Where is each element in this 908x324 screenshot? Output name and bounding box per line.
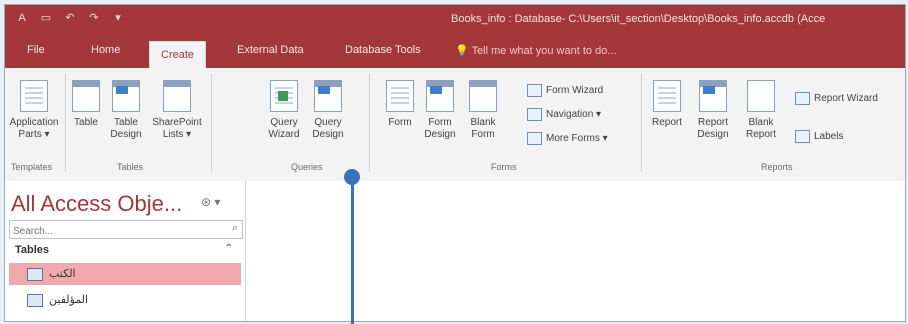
query-wizard-icon bbox=[270, 80, 298, 112]
tab-create[interactable]: Create bbox=[149, 41, 207, 69]
report-wizard-button[interactable]: Report Wizard bbox=[795, 92, 878, 105]
group-label-tables: Tables bbox=[117, 162, 144, 172]
report-design-icon bbox=[699, 80, 727, 112]
query-design-icon bbox=[314, 80, 342, 112]
search-icon[interactable]: ⌕ bbox=[232, 222, 238, 235]
collapse-icon[interactable]: ⌃ bbox=[225, 243, 233, 254]
more-forms-icon bbox=[527, 132, 542, 145]
application-parts-icon bbox=[20, 80, 48, 112]
redo-icon[interactable]: ↷ bbox=[87, 11, 101, 25]
tab-file[interactable]: File bbox=[27, 44, 45, 56]
form-button[interactable]: Form bbox=[383, 74, 417, 129]
table-design-icon bbox=[112, 80, 140, 112]
application-parts-button[interactable]: Application Parts ▾ bbox=[9, 74, 59, 141]
sharepoint-lists-icon bbox=[163, 80, 191, 112]
nav-pane-controls: ⊛ ▾ bbox=[201, 195, 220, 209]
group-separator bbox=[211, 74, 212, 172]
report-design-button[interactable]: Report Design bbox=[691, 74, 735, 141]
table-icon bbox=[27, 268, 43, 281]
navigation-pane: All Access Obje... ⊛ ▾ ⌕ Tables ⌃ الكتب … bbox=[5, 181, 246, 321]
search-input[interactable] bbox=[10, 223, 213, 240]
tell-me-box[interactable]: 💡 Tell me what you want to do... bbox=[455, 44, 616, 57]
ribbon-tabs: File Home Create External Data Database … bbox=[5, 35, 905, 69]
chevron-down-icon[interactable]: ▾ bbox=[214, 195, 220, 209]
form-design-icon bbox=[426, 80, 454, 112]
customize-icon[interactable]: ▾ bbox=[111, 11, 125, 25]
table-icon bbox=[72, 80, 100, 112]
table-button[interactable]: Table bbox=[69, 74, 103, 129]
report-button[interactable]: Report bbox=[647, 74, 687, 129]
nav-item-table[interactable]: الكتب bbox=[9, 263, 241, 285]
window-title: Books_info : Database- C:\Users\it_secti… bbox=[451, 13, 826, 25]
table-design-button[interactable]: Table Design bbox=[105, 74, 147, 141]
more-forms-button[interactable]: More Forms ▾ bbox=[527, 132, 608, 145]
annotation-line bbox=[351, 178, 354, 324]
title-bar: A ▭ ↶ ↷ ▾ Books_info : Database- C:\User… bbox=[5, 5, 905, 35]
report-wizard-icon bbox=[795, 92, 810, 105]
report-icon bbox=[653, 80, 681, 112]
form-icon bbox=[386, 80, 414, 112]
group-label-reports: Reports bbox=[761, 162, 793, 172]
navigation-button[interactable]: Navigation ▾ bbox=[527, 108, 601, 121]
quick-access-toolbar: A ▭ ↶ ↷ ▾ bbox=[15, 11, 125, 25]
group-label-queries: Queries bbox=[291, 162, 323, 172]
blank-report-button[interactable]: Blank Report bbox=[739, 74, 783, 141]
form-wizard-button[interactable]: Form Wizard bbox=[527, 84, 603, 97]
blank-form-button[interactable]: Blank Form bbox=[465, 74, 501, 141]
labels-icon bbox=[795, 130, 810, 143]
nav-item-label: الكتب bbox=[49, 268, 76, 280]
form-design-button[interactable]: Form Design bbox=[419, 74, 461, 141]
lightbulb-icon: 💡 bbox=[455, 45, 469, 57]
table-icon bbox=[27, 294, 43, 307]
access-logo-icon: A bbox=[18, 12, 26, 24]
group-label-templates: Templates bbox=[11, 162, 53, 172]
query-design-button[interactable]: Query Design bbox=[307, 74, 349, 141]
group-label-forms: Forms bbox=[491, 162, 517, 172]
nav-section-label: Tables bbox=[15, 244, 50, 256]
blank-form-icon bbox=[469, 80, 497, 112]
undo-icon[interactable]: ↶ bbox=[63, 11, 77, 25]
group-separator bbox=[65, 74, 66, 172]
navigation-icon bbox=[527, 108, 542, 121]
tell-me-placeholder: Tell me what you want to do... bbox=[471, 45, 617, 57]
blank-report-icon bbox=[747, 80, 775, 112]
form-wizard-icon bbox=[527, 84, 542, 97]
access-window: A ▭ ↶ ↷ ▾ Books_info : Database- C:\User… bbox=[4, 4, 906, 322]
annotation-dot bbox=[344, 169, 360, 185]
save-icon[interactable]: ▭ bbox=[39, 11, 53, 25]
document-workspace bbox=[246, 181, 905, 321]
labels-button[interactable]: Labels bbox=[795, 130, 843, 143]
group-separator bbox=[369, 74, 370, 172]
ribbon-create: Application Parts ▾ Templates Table Tabl… bbox=[5, 68, 905, 182]
query-wizard-button[interactable]: Query Wizard bbox=[263, 74, 305, 141]
tab-home[interactable]: Home bbox=[91, 44, 120, 56]
sharepoint-lists-button[interactable]: SharePoint Lists ▾ bbox=[149, 74, 205, 141]
nav-section-tables[interactable]: Tables ⌃ bbox=[9, 241, 241, 260]
tab-database-tools[interactable]: Database Tools bbox=[345, 44, 421, 56]
group-separator bbox=[641, 74, 642, 172]
nav-pane-title[interactable]: All Access Obje... bbox=[11, 191, 182, 217]
shutter-bar-icon[interactable]: ⊛ bbox=[201, 195, 211, 209]
tab-external-data[interactable]: External Data bbox=[237, 44, 304, 56]
nav-search-box[interactable]: ⌕ bbox=[9, 220, 243, 240]
nav-item-table[interactable]: المؤلفين bbox=[9, 289, 241, 311]
nav-item-label: المؤلفين bbox=[49, 294, 89, 306]
